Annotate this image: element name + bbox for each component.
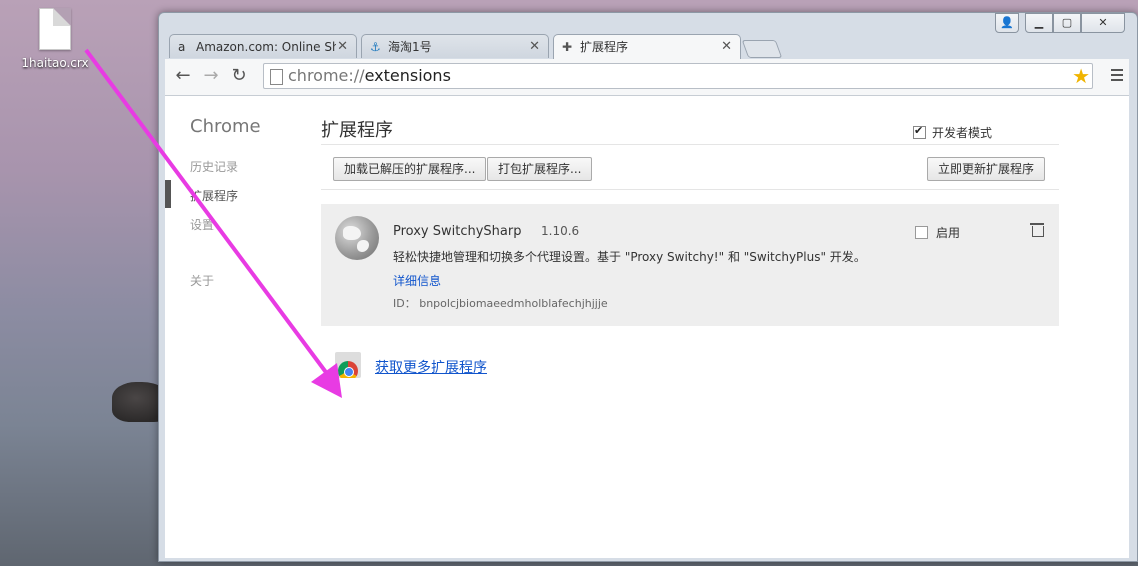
sidebar-item-history[interactable]: 历史记录 <box>190 158 238 175</box>
tab-strip: a Amazon.com: Online Sh ✕ ⚓ 海淘1号 ✕ ✚ 扩展程… <box>169 34 783 60</box>
enable-label: 启用 <box>936 226 961 240</box>
page-icon <box>270 69 283 85</box>
pack-extension-button[interactable]: 打包扩展程序... <box>487 157 593 181</box>
update-extensions-button[interactable]: 立即更新扩展程序 <box>927 157 1046 181</box>
page-title: 扩展程序 <box>321 120 393 141</box>
browser-toolbar: ← → ↻ chrome://extensions ★ <box>165 59 1129 96</box>
bookmark-star-icon[interactable]: ★ <box>1072 65 1090 87</box>
extension-details-link[interactable]: 详细信息 <box>393 272 441 289</box>
chrome-window: 👤 ▁ ▢ ✕ a Amazon.com: Online Sh ✕ ⚓ 海淘1号… <box>158 12 1138 562</box>
sidebar-item-about[interactable]: 关于 <box>190 272 214 289</box>
developer-mode-label: 开发者模式 <box>932 126 993 140</box>
amazon-favicon-icon: a <box>178 40 186 54</box>
tab-haitao[interactable]: ⚓ 海淘1号 ✕ <box>361 34 549 58</box>
extension-item: Proxy SwitchySharp 1.10.6 轻松快捷地管理和切换多个代理… <box>321 204 1059 326</box>
globe-icon <box>335 216 379 260</box>
reload-icon[interactable]: ↻ <box>229 66 249 86</box>
developer-mode-checkbox[interactable] <box>913 124 926 139</box>
minimize-button[interactable]: ▁ <box>1025 13 1053 33</box>
crx-file-icon <box>39 8 71 50</box>
extensions-page: Chrome 历史记录 扩展程序 设置 关于 扩展程序 开发者模式 加载已解压的… <box>165 96 1129 558</box>
chrome-web-store-icon <box>335 352 361 378</box>
get-more-extensions-link[interactable]: 获取更多扩展程序 <box>375 357 487 377</box>
extension-enable-toggle[interactable]: 启用 <box>915 224 960 241</box>
tab-title: Amazon.com: Online Sh <box>196 40 336 54</box>
user-icon[interactable]: 👤 <box>995 13 1019 33</box>
maximize-button[interactable]: ▢ <box>1053 13 1081 33</box>
desktop-file-label: 1haitao.crx <box>21 56 89 70</box>
address-bar[interactable]: chrome://extensions ★ <box>263 63 1093 89</box>
tab-title: 扩展程序 <box>580 40 629 54</box>
sidebar-title: Chrome <box>190 116 261 137</box>
close-window-button[interactable]: ✕ <box>1081 13 1125 33</box>
sidebar-selected-indicator <box>165 180 171 208</box>
sidebar-item-settings[interactable]: 设置 <box>190 216 214 233</box>
chrome-menu-icon[interactable] <box>1111 69 1123 84</box>
tab-close-icon[interactable]: ✕ <box>721 35 732 59</box>
extensions-button-row: 加载已解压的扩展程序... 打包扩展程序... 立即更新扩展程序 <box>321 144 1059 190</box>
tab-close-icon[interactable]: ✕ <box>529 35 540 58</box>
extension-id: ID： bnpolcjbiomaeedmholblafechjhjjje <box>393 297 608 310</box>
load-unpacked-button[interactable]: 加载已解压的扩展程序... <box>333 157 487 181</box>
developer-mode-toggle[interactable]: 开发者模式 <box>913 124 992 141</box>
new-tab-button[interactable] <box>741 40 783 58</box>
sidebar-item-extensions[interactable]: 扩展程序 <box>190 187 238 204</box>
forward-arrow-icon[interactable]: → <box>201 66 221 86</box>
tab-amazon[interactable]: a Amazon.com: Online Sh ✕ <box>169 34 357 58</box>
extension-description: 轻松快捷地管理和切换多个代理设置。基于 "Proxy Switchy!" 和 "… <box>393 250 866 264</box>
back-arrow-icon[interactable]: ← <box>173 66 193 86</box>
desktop-file-icon[interactable]: 1haitao.crx <box>20 8 90 70</box>
url-text: chrome://extensions <box>288 66 451 85</box>
extension-version: 1.10.6 <box>541 224 580 238</box>
tab-extensions[interactable]: ✚ 扩展程序 ✕ <box>553 34 741 60</box>
extension-name: Proxy SwitchySharp <box>393 224 522 239</box>
enable-checkbox[interactable] <box>915 226 928 239</box>
anchor-favicon-icon: ⚓ <box>370 40 381 54</box>
tab-close-icon[interactable]: ✕ <box>337 35 348 58</box>
puzzle-piece-icon: ✚ <box>562 40 573 54</box>
trash-icon[interactable] <box>1030 223 1044 237</box>
tab-title: 海淘1号 <box>388 40 432 54</box>
window-controls: 👤 ▁ ▢ ✕ <box>995 13 1125 33</box>
